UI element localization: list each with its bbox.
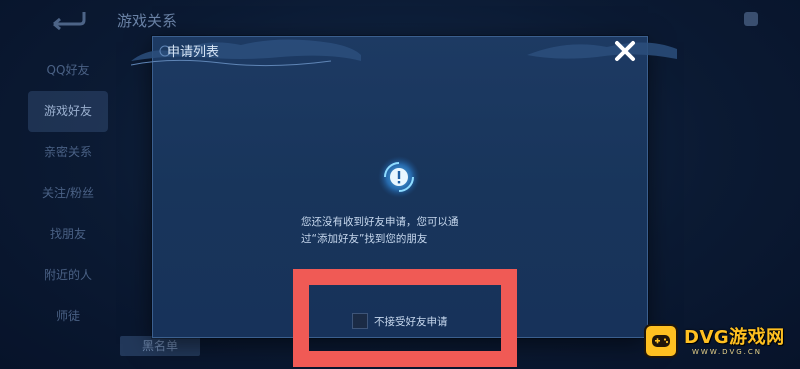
message-line-2: 过“添加好友”找到您的朋友: [301, 233, 428, 245]
alert-info-icon: [378, 156, 420, 198]
sidebar-item-find-friends[interactable]: 找朋友: [28, 214, 108, 255]
apply-list-dialog: 申请列表 您还没有收到好友申请，您可以通 过“添加好友”找到您的朋友 不接受好友…: [131, 36, 677, 338]
reject-requests-label[interactable]: 不接受好友申请: [374, 314, 448, 329]
cloud-ornament-icon: [131, 39, 361, 67]
empty-state-message: 您还没有收到好友申请，您可以通 过“添加好友”找到您的朋友: [301, 214, 501, 248]
close-icon[interactable]: [611, 37, 639, 65]
sidebar-item-nearby[interactable]: 附近的人: [28, 255, 108, 296]
background-page-title: 游戏关系: [117, 12, 178, 30]
sidebar-item-game-friends[interactable]: 游戏好友: [28, 91, 108, 132]
message-line-1: 您还没有收到好友申请，您可以通: [301, 216, 459, 228]
sidebar-item-qq-friends[interactable]: QQ好友: [28, 50, 108, 91]
blacklist-button[interactable]: 黑名单: [120, 336, 200, 356]
gamepad-glyph-icon: [652, 335, 670, 347]
cloud-ornament-right-icon: [527, 42, 677, 59]
sidebar-item-follow[interactable]: 关注/粉丝: [28, 173, 108, 214]
watermark-text: DVG游戏网: [684, 327, 785, 348]
sidebar-item-intimate[interactable]: 亲密关系: [28, 132, 108, 173]
top-right-icon[interactable]: [744, 12, 758, 26]
gamepad-logo-icon: [644, 324, 678, 358]
reject-requests-checkbox[interactable]: [352, 313, 368, 329]
sidebar-item-mentor[interactable]: 师徒: [28, 296, 108, 337]
watermark-domain: WWW.DVG.CN: [692, 348, 763, 356]
background-sidebar: QQ好友 游戏好友 亲密关系 关注/粉丝 找朋友 附近的人 师徒: [28, 50, 108, 337]
dvg-watermark: DVG游戏网 WWW.DVG.CN: [644, 320, 794, 364]
dialog-title: 申请列表: [167, 45, 220, 60]
back-arrow-icon[interactable]: [50, 8, 86, 30]
